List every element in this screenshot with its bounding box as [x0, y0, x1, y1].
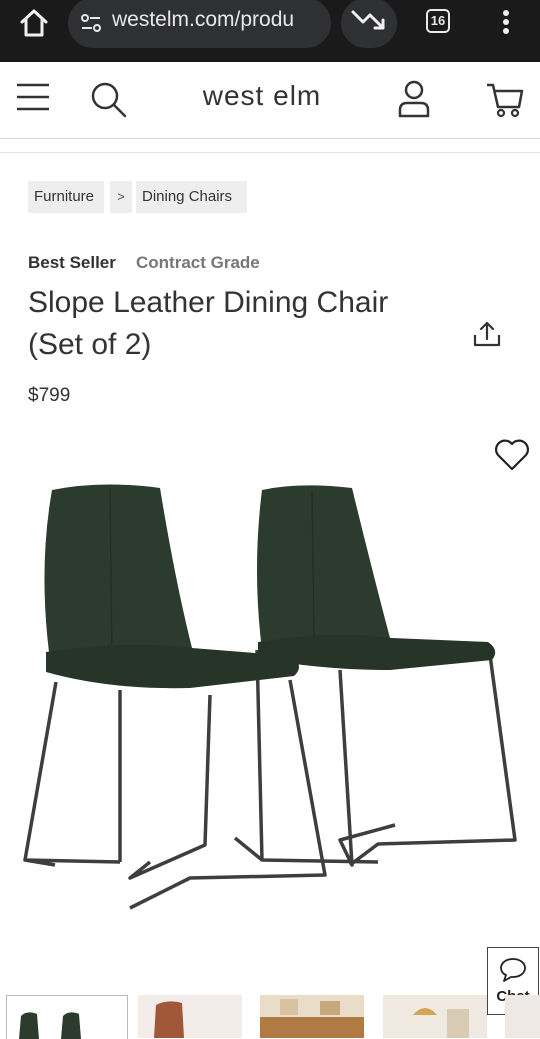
address-bar[interactable]: westelm.com/produ — [68, 0, 331, 48]
thumbnail-3[interactable] — [260, 995, 364, 1038]
site-logo[interactable]: west elm — [0, 80, 524, 112]
thumbnail-4[interactable] — [383, 995, 487, 1038]
share-icon[interactable] — [473, 320, 501, 348]
trending-down-icon — [351, 10, 385, 30]
price-trend-button[interactable] — [341, 0, 397, 48]
tab-switcher-button[interactable]: 16 — [426, 9, 450, 33]
breadcrumb-separator: > — [110, 181, 132, 213]
best-seller-badge: Best Seller — [28, 253, 116, 272]
favorite-heart-icon[interactable] — [494, 438, 530, 472]
product-image[interactable] — [0, 470, 540, 930]
site-settings-icon[interactable] — [78, 10, 104, 36]
account-icon[interactable] — [397, 80, 431, 118]
thumbnail-image — [154, 1001, 184, 1038]
browser-toolbar: westelm.com/produ 16 — [0, 0, 540, 62]
thumbnail-image — [260, 999, 364, 1038]
url-text[interactable]: westelm.com/produ — [112, 8, 324, 32]
home-button[interactable] — [14, 7, 54, 39]
site-header: west elm — [0, 62, 540, 139]
more-options-icon[interactable] — [498, 8, 514, 38]
thumbnail-image — [413, 1008, 469, 1038]
cart-icon[interactable] — [486, 81, 524, 119]
product-price: $799 — [28, 385, 71, 406]
thumbnail-image — [19, 1012, 81, 1039]
chat-bubble-icon — [500, 958, 526, 982]
breadcrumb-dining-chairs[interactable]: Dining Chairs — [136, 181, 247, 213]
product-title: Slope Leather Dining Chair (Set of 2) — [28, 286, 389, 361]
thumbnail-1[interactable] — [6, 995, 128, 1039]
breadcrumb-furniture[interactable]: Furniture — [28, 181, 104, 213]
thumbnail-2[interactable] — [138, 995, 242, 1038]
thumbnail-5[interactable] — [505, 995, 540, 1038]
home-icon — [20, 9, 48, 37]
header-divider — [0, 152, 540, 153]
contract-grade-badge: Contract Grade — [136, 253, 260, 272]
